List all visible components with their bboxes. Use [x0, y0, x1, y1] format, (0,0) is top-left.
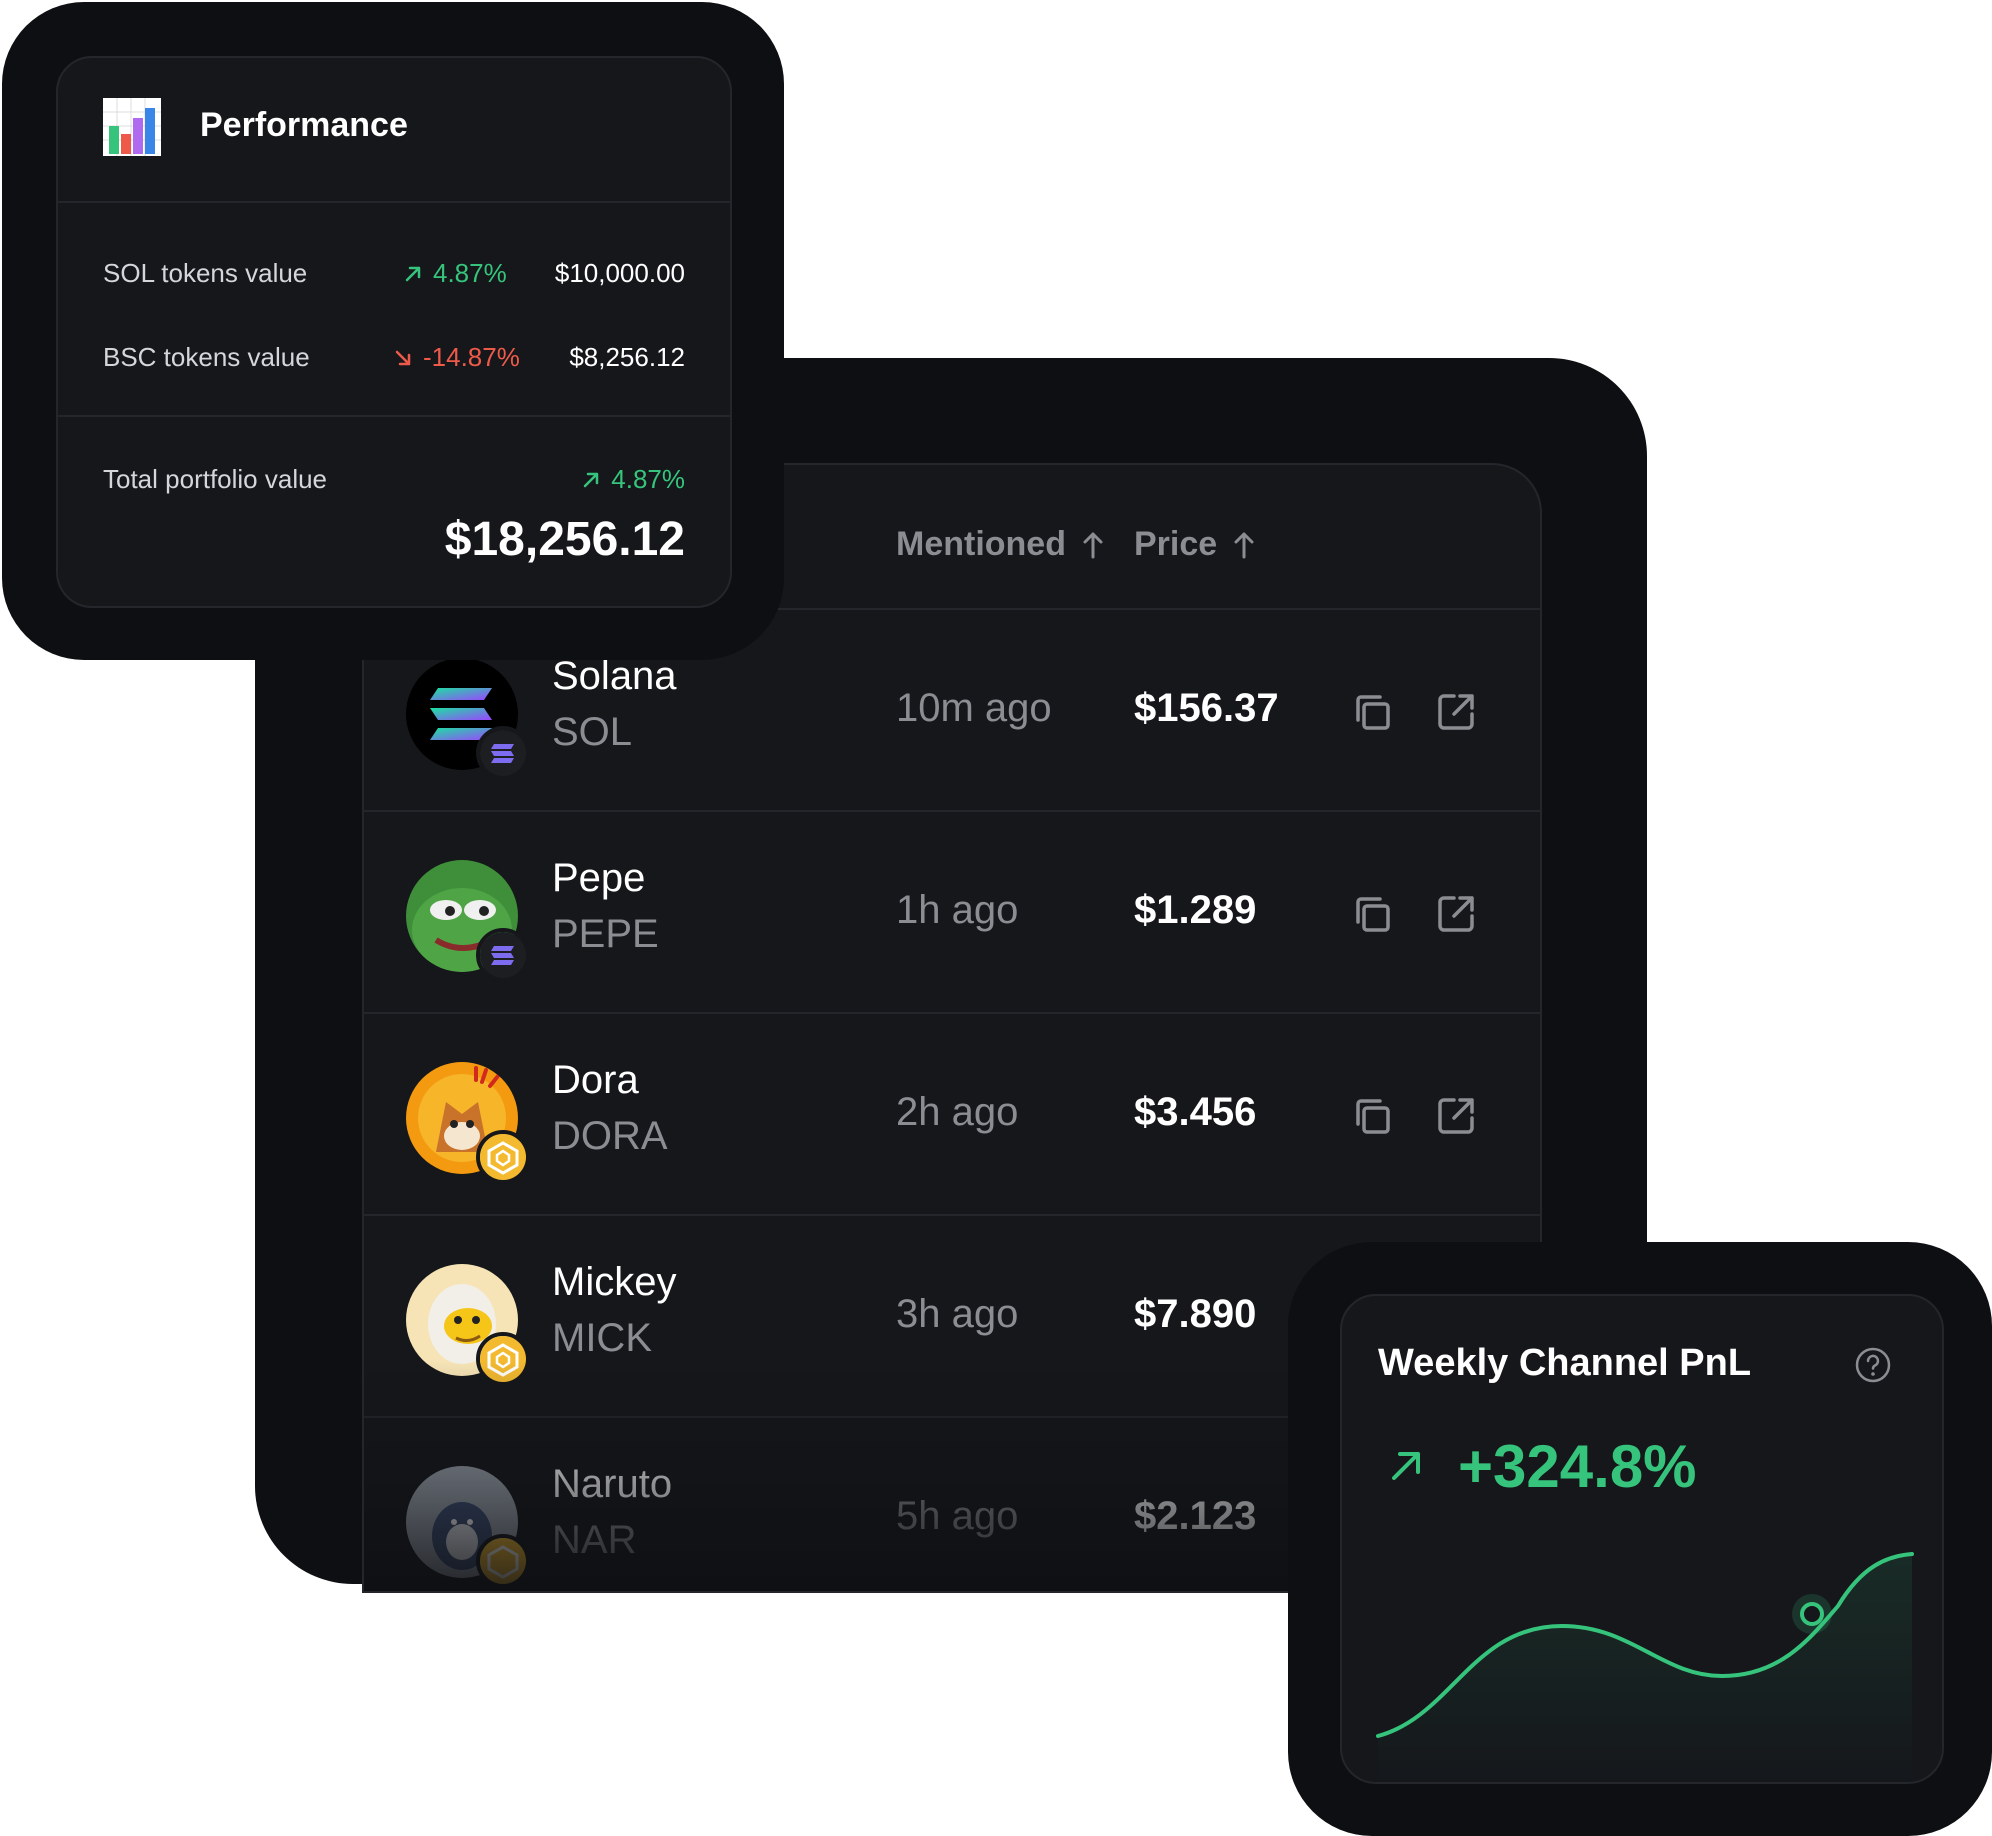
token-name: Dora [552, 1058, 639, 1102]
copy-icon[interactable] [1348, 1092, 1396, 1140]
bsc-tokens-change-value: -14.87% [423, 342, 520, 372]
token-name: Naruto [552, 1462, 673, 1506]
bnb-chain-badge-icon [476, 1534, 530, 1588]
token-name: Mickey [552, 1260, 677, 1304]
total-portfolio-change: 4.87% [581, 464, 685, 495]
token-price: $1.289 [1134, 888, 1257, 932]
copy-icon[interactable] [1348, 890, 1396, 938]
arrow-up-right-icon [1392, 1452, 1420, 1480]
token-price: $2.123 [1134, 1494, 1257, 1538]
token-symbol: NAR [552, 1518, 637, 1562]
table-row[interactable]: Pepe PEPE 1h ago $1.289 [364, 812, 1540, 1014]
arrow-up-right-icon [584, 472, 599, 487]
token-price: $156.37 [1134, 686, 1279, 730]
mentioned-time: 10m ago [896, 686, 1052, 730]
mentioned-time: 1h ago [896, 888, 1019, 932]
token-avatar-naruto [406, 1466, 530, 1588]
token-price: $7.890 [1134, 1292, 1257, 1336]
sol-tokens-value: $10,000.00 [554, 258, 685, 288]
external-link-icon[interactable] [1432, 688, 1480, 736]
bar-chart-icon [103, 98, 161, 156]
divider [58, 415, 730, 417]
token-symbol: DORA [552, 1114, 668, 1158]
weekly-pnl-panel: Weekly Channel PnL +324.8% [1340, 1294, 1944, 1784]
sol-tokens-label: SOL tokens value [103, 258, 308, 288]
token-name: Solana [552, 654, 677, 698]
sort-arrow-up-icon [1234, 532, 1254, 558]
pnl-area [1378, 1554, 1912, 1782]
total-portfolio-row: Total portfolio value 4.87% [103, 460, 685, 500]
external-link-icon[interactable] [1432, 1092, 1480, 1140]
sol-tokens-change: 4.87% [403, 258, 507, 289]
table-row[interactable]: Dora DORA 2h ago $3.456 [364, 1014, 1540, 1216]
token-price: $3.456 [1134, 1090, 1257, 1134]
token-name: Pepe [552, 856, 646, 900]
mentioned-time: 3h ago [896, 1292, 1019, 1336]
bnb-chain-badge-icon [476, 1130, 530, 1184]
help-icon[interactable] [1854, 1346, 1892, 1384]
copy-icon[interactable] [1348, 688, 1396, 736]
pnl-marker [1800, 1602, 1824, 1626]
bnb-chain-badge-icon [476, 1332, 530, 1386]
solana-chain-badge-icon [476, 726, 530, 780]
performance-panel: Performance SOL tokens value 4.87% $10,0… [56, 56, 732, 608]
arrow-up-right-icon [405, 266, 421, 281]
bsc-tokens-change: -14.87% [393, 342, 520, 373]
bsc-tokens-label: BSC tokens value [103, 342, 310, 372]
mentioned-time: 5h ago [896, 1494, 1019, 1538]
bsc-tokens-row: BSC tokens value -14.87% $8,256.12 [103, 338, 685, 378]
total-portfolio-value: $18,256.12 [444, 513, 685, 566]
token-symbol: MICK [552, 1316, 652, 1360]
column-header-price-label: Price [1134, 525, 1218, 563]
pnl-title: Weekly Channel PnL [1378, 1342, 1752, 1384]
token-symbol: SOL [552, 710, 633, 754]
column-header-price[interactable]: Price [1134, 525, 1255, 564]
sol-tokens-row: SOL tokens value 4.87% $10,000.00 [103, 254, 685, 294]
performance-title: Performance [200, 106, 408, 144]
token-avatar-pepe [406, 860, 530, 982]
sol-tokens-change-value: 4.87% [433, 258, 507, 288]
performance-card: Performance SOL tokens value 4.87% $10,0… [2, 2, 784, 660]
column-header-mentioned-label: Mentioned [896, 525, 1066, 563]
column-header-mentioned[interactable]: Mentioned [896, 525, 1104, 564]
sort-arrow-up-icon [1083, 532, 1103, 558]
total-portfolio-change-value: 4.87% [611, 464, 685, 494]
total-portfolio-label: Total portfolio value [103, 464, 328, 494]
pnl-sparkline [1376, 1552, 1914, 1782]
weekly-pnl-card: Weekly Channel PnL +324.8% [1288, 1242, 1992, 1836]
arrow-down-right-icon [395, 350, 411, 365]
token-avatar-mickey [406, 1264, 530, 1386]
performance-header: Performance [58, 58, 730, 203]
token-avatar-dora [406, 1062, 530, 1184]
token-symbol: PEPE [552, 912, 659, 956]
bsc-tokens-value: $8,256.12 [569, 342, 685, 372]
token-avatar-solana [406, 658, 530, 780]
external-link-icon[interactable] [1432, 890, 1480, 938]
mentioned-time: 2h ago [896, 1090, 1019, 1134]
pnl-value: +324.8% [1458, 1433, 1697, 1500]
solana-chain-badge-icon [476, 928, 530, 982]
